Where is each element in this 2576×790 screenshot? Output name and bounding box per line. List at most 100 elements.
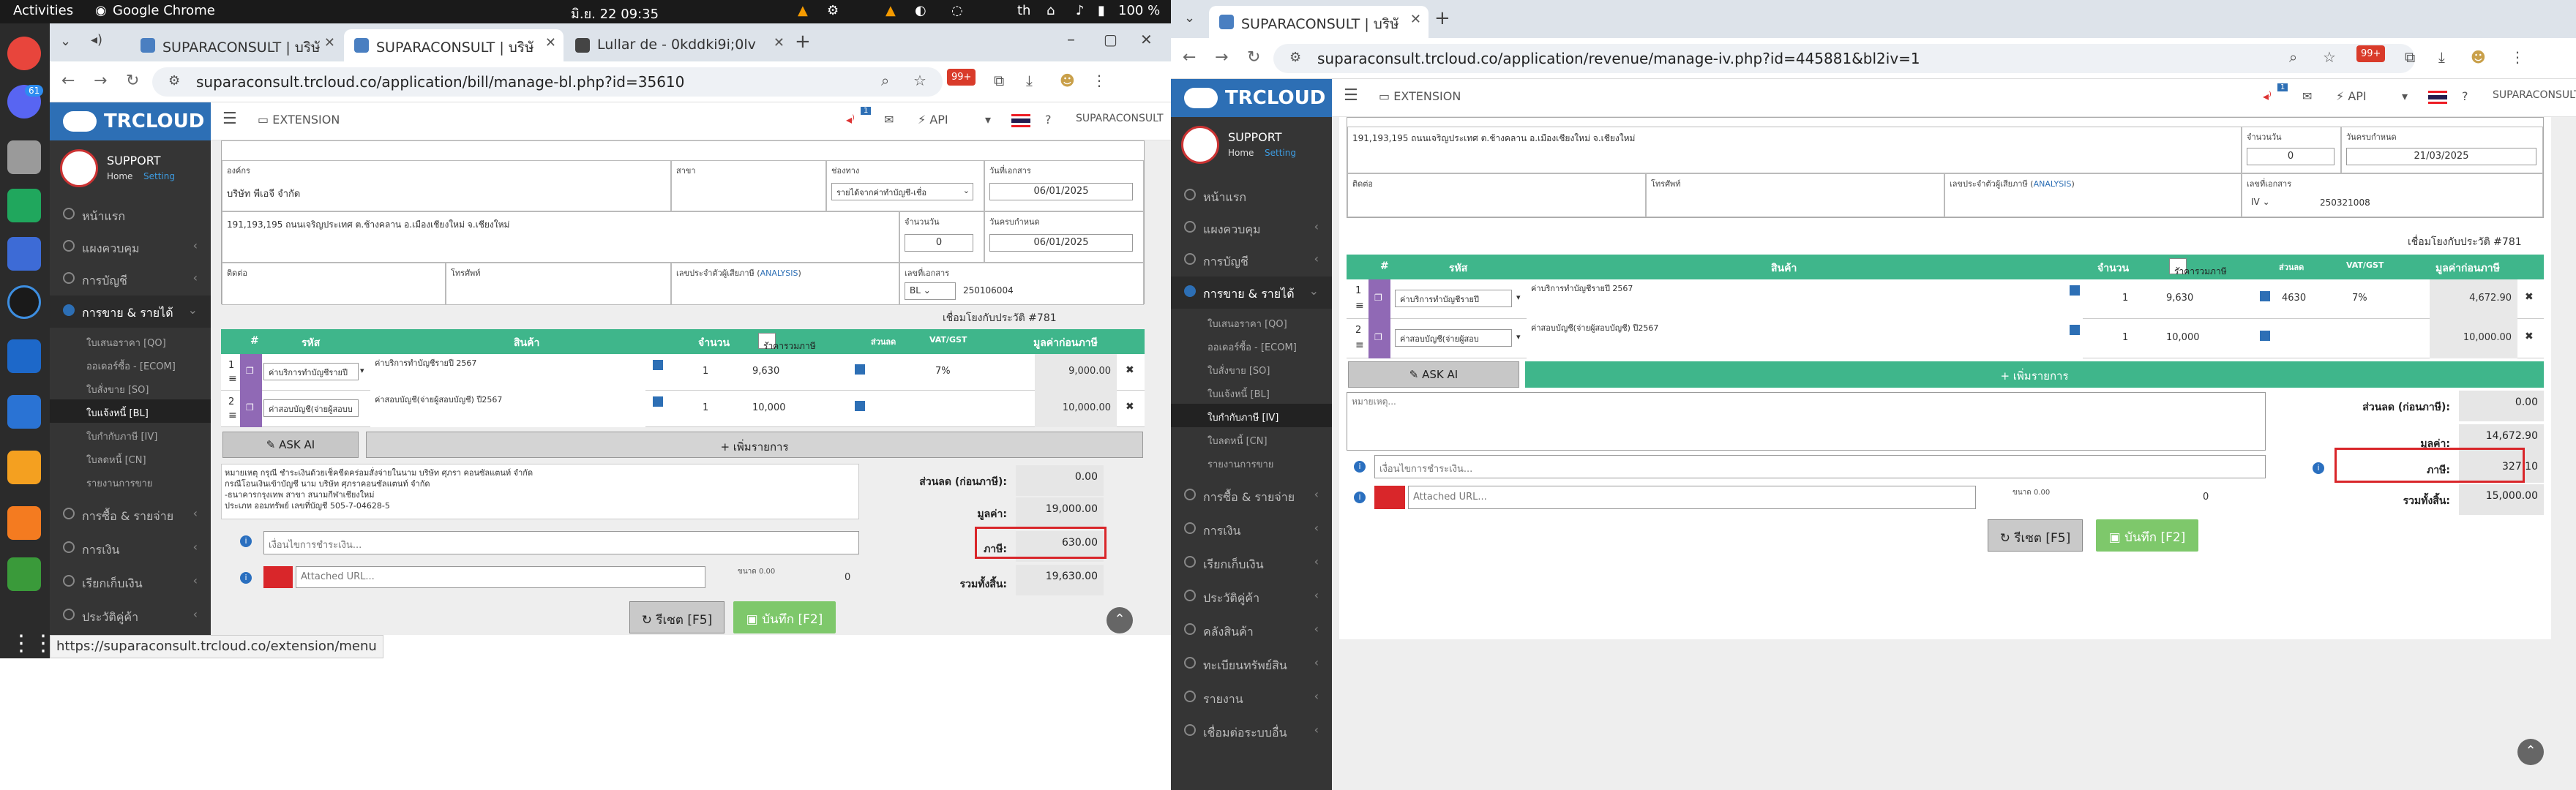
tab-search-icon[interactable]: ⌄ <box>1184 10 1195 26</box>
caret-down-icon[interactable]: ▾ <box>1516 332 1521 342</box>
sidebar-item-sales[interactable]: การขาย & รายได้ ⌄ <box>1171 276 1332 309</box>
thai-flag-icon[interactable] <box>1011 114 1030 127</box>
remove-row-icon[interactable]: ✖ <box>2525 291 2534 303</box>
company-name[interactable]: SUPARACONSULT <box>1076 113 1164 124</box>
download-icon[interactable]: ⤓ <box>2438 48 2445 66</box>
files-dock-icon[interactable] <box>7 140 41 174</box>
software-dock-icon[interactable] <box>7 451 41 484</box>
text-editor-dock-icon[interactable] <box>7 395 41 429</box>
drag-handle-icon[interactable]: ≡ <box>228 373 237 385</box>
sidebar-item-assets[interactable]: ทะเบียนทรัพย์สิน ‹ <box>1171 648 1332 680</box>
new-tab-button[interactable]: + <box>795 31 811 53</box>
home-link[interactable]: Home <box>1228 148 1254 158</box>
sidebar-sub-sales-order[interactable]: ใบสั่งขาย [SO] <box>1171 357 1332 380</box>
vat-value[interactable]: 7% <box>935 366 951 377</box>
recycle-dock-icon[interactable] <box>7 557 41 591</box>
home-link[interactable]: Home <box>107 171 132 181</box>
avatar[interactable] <box>1181 126 1219 164</box>
add-row-button[interactable]: + เพิ่มรายการ <box>366 432 1143 458</box>
price-value[interactable]: 9,630 <box>752 366 779 377</box>
remove-row-icon[interactable]: ✖ <box>2525 331 2534 342</box>
thai-flag-icon[interactable] <box>2428 91 2447 104</box>
qty-value[interactable]: 1 <box>703 402 708 413</box>
analysis-link[interactable]: ANALYSIS <box>760 268 798 278</box>
sidebar-sub-ecom[interactable]: ออเดอร์ซื้อ - [ECOM] <box>1171 334 1332 357</box>
chrome-dock-icon[interactable] <box>7 37 41 70</box>
close-icon[interactable]: ✕ <box>774 35 785 50</box>
input-language[interactable]: th <box>1017 3 1030 18</box>
sidebar-item-purchase[interactable]: การซื้อ & รายจ่าย ‹ <box>50 499 211 531</box>
app-name[interactable]: Google Chrome <box>113 3 215 18</box>
reset-button[interactable]: ↻ รีเซต [F5] <box>1988 519 2083 552</box>
history-link[interactable]: เชื่อมโยงกับประวัติ #781 <box>943 310 1057 326</box>
help-icon[interactable]: ? <box>2462 89 2468 103</box>
close-icon[interactable]: ✕ <box>1410 12 1421 27</box>
new-tab-button[interactable]: + <box>1434 7 1450 29</box>
spreadsheet-dock-icon[interactable] <box>7 189 41 222</box>
hamburger-icon[interactable]: ☰ <box>222 110 237 128</box>
edit-icon[interactable] <box>653 396 663 407</box>
sidebar-sub-bill[interactable]: ใบแจ้งหนี้ [BL] <box>1171 380 1332 404</box>
product-code-input[interactable]: ค่าบริการทำบัญชีรายปี <box>1395 290 1512 307</box>
doc-date-input[interactable]: 06/01/2025 <box>989 183 1133 200</box>
sidebar-item-partners[interactable]: ประวัติคู่ค้า ‹ <box>50 600 211 632</box>
browser-dock-icon[interactable] <box>7 285 41 319</box>
sidebar-item-integrations[interactable]: เชื่อมต่อระบบอื่น ‹ <box>1171 715 1332 748</box>
sidebar-item-partners[interactable]: ประวัติคู่ค้า ‹ <box>1171 581 1332 613</box>
copy-icon[interactable]: ❐ <box>1374 332 1382 342</box>
vlc-dock-icon[interactable] <box>7 506 41 540</box>
vlc-tray-icon[interactable]: ▲ <box>798 3 808 18</box>
sidebar-sub-credit-note[interactable]: ใบลดหนี้ [CN] <box>50 446 211 470</box>
close-icon[interactable]: ✕ <box>545 35 556 50</box>
drag-handle-icon[interactable]: ≡ <box>1355 300 1364 312</box>
drag-handle-icon[interactable]: ≡ <box>228 410 237 421</box>
zoom-icon[interactable]: ⌕ <box>2289 48 2297 66</box>
sidebar-item-sales[interactable]: การขาย & รายได้ ⌄ <box>50 296 211 328</box>
sidebar-item-dashboard[interactable]: แผงควบคุม ‹ <box>50 231 211 263</box>
sidebar-item-dashboard[interactable]: แผงควบคุม ‹ <box>1171 212 1332 244</box>
bookmark-star-icon[interactable]: ☆ <box>2323 48 2336 66</box>
notification-icon[interactable]: ◂⁾ <box>846 113 855 127</box>
minimize-button[interactable]: – <box>1067 31 1075 49</box>
forward-icon[interactable]: → <box>1215 48 1228 67</box>
doc-prefix-select[interactable]: BL ⌄ <box>905 282 956 300</box>
bookmark-star-icon[interactable]: ☆ <box>913 72 926 89</box>
maximize-button[interactable]: ▢ <box>1104 31 1117 48</box>
edit-icon[interactable] <box>653 360 663 370</box>
tray-icon-2[interactable]: ◐ <box>915 3 926 18</box>
sidebar-sub-invoice[interactable]: ใบกำกับภาษี [IV] <box>50 423 211 446</box>
product-description[interactable]: ค่าสอบบัญชี(จ่ายผู้สอบบัญชี) ปี2567 <box>1527 319 2083 358</box>
sidebar-item-billing[interactable]: เรียกเก็บเงิน ‹ <box>50 566 211 598</box>
info-icon[interactable]: i <box>1354 492 1366 503</box>
remark-textarea[interactable]: หมายเหตุ... <box>1347 392 2266 451</box>
calculator-icon[interactable] <box>855 364 865 375</box>
product-code-input[interactable]: ค่าสอบบัญชี(จ่ายผู้สอบบ <box>263 399 359 417</box>
extensions-icon[interactable]: ⧉ <box>2405 48 2415 66</box>
company-name[interactable]: SUPARACONSULT <box>2493 89 2576 101</box>
copy-icon[interactable]: ❐ <box>1374 293 1382 303</box>
sidebar-sub-quotation[interactable]: ใบเสนอราคา [QO] <box>1171 310 1332 334</box>
extension-link[interactable]: ▭ EXTENSION <box>258 113 340 127</box>
edit-icon[interactable] <box>2070 325 2080 335</box>
due-date-input[interactable]: 21/03/2025 <box>2346 148 2536 165</box>
tray-icon-3[interactable]: ◌ <box>951 3 963 18</box>
qty-value[interactable]: 1 <box>2122 293 2128 304</box>
sidebar-item-home[interactable]: หน้าแรก <box>50 199 211 231</box>
scroll-to-top-button[interactable]: ⌃ <box>2517 739 2544 765</box>
pdf-icon[interactable] <box>1374 486 1405 509</box>
forward-icon[interactable]: → <box>94 72 107 90</box>
tab-active[interactable]: SUPARACONSULT | บริษั ✕ <box>1209 6 1429 38</box>
reset-button[interactable]: ↻ รีเซต [F5] <box>629 601 724 633</box>
mail-icon[interactable]: ✉ <box>884 113 894 127</box>
tab-3[interactable]: Lullar de - 0kddki9i;0lv ✕ <box>565 29 792 61</box>
reload-icon[interactable]: ↻ <box>1247 48 1260 67</box>
extensions-icon[interactable]: ⧉ <box>994 72 1004 89</box>
edit-icon[interactable] <box>2070 285 2080 296</box>
sidebar-sub-invoice[interactable]: ใบกำกับภาษี [IV] <box>1171 404 1332 427</box>
doc-prefix-select[interactable]: IV ⌄ <box>2247 195 2313 212</box>
url-field[interactable]: ⚙ suparaconsult.trcloud.co/application/r… <box>1273 44 2415 73</box>
window-close-button[interactable]: ✕ <box>1140 31 1153 48</box>
trcloud-logo[interactable]: TRCLOUD <box>1171 79 1332 117</box>
download-icon[interactable]: ⤓ <box>1026 72 1033 89</box>
info-icon[interactable]: i <box>240 535 252 547</box>
